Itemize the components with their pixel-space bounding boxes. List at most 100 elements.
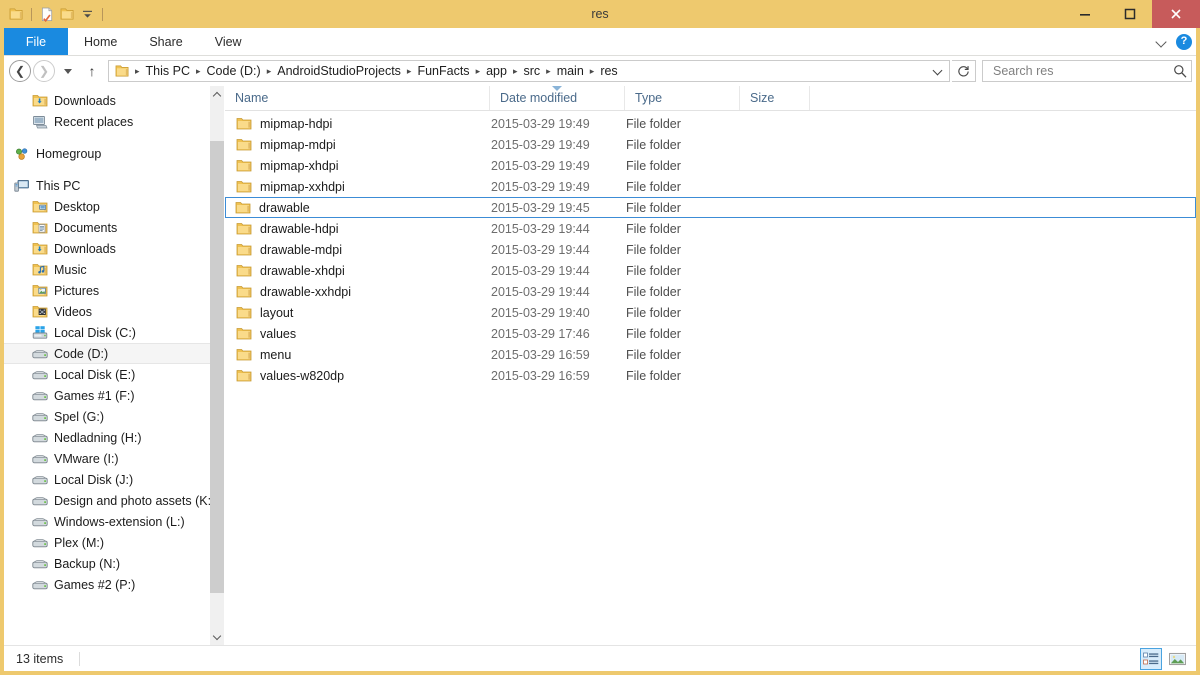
table-row[interactable]: drawable 2015-03-29 19:45 File folder — [225, 197, 1196, 218]
minimize-button[interactable] — [1062, 0, 1107, 28]
drive-icon — [32, 346, 48, 362]
tab-view[interactable]: View — [199, 28, 258, 55]
column-header-name[interactable]: Name — [225, 86, 490, 110]
sidebar-item-recent-places[interactable]: Recent places — [4, 111, 210, 132]
scroll-track[interactable] — [210, 103, 224, 628]
sidebar-item-label: Downloads — [54, 241, 116, 256]
sidebar-item-backup-n[interactable]: Backup (N:) — [4, 553, 210, 574]
table-row[interactable]: drawable-xxhdpi 2015-03-29 19:44 File fold… — [225, 281, 1196, 302]
folder-icon — [236, 263, 252, 279]
sidebar-item-local-disk-e[interactable]: Local Disk (E:) — [4, 364, 210, 385]
documents-icon — [32, 220, 48, 236]
cell-date-modified: 2015-03-29 17:46 — [491, 326, 590, 341]
customize-quick-access-button[interactable] — [77, 4, 97, 24]
breadcrumb-item-androidstudioprojects[interactable]: AndroidStudioProjects — [274, 64, 404, 78]
cell-type: File folder — [626, 221, 681, 236]
sidebar-item-local-disk-c[interactable]: Local Disk (C:) — [4, 322, 210, 343]
sidebar-item-pictures[interactable]: Pictures — [4, 280, 210, 301]
cell-name: drawable — [226, 200, 491, 216]
scroll-down-button[interactable] — [210, 628, 224, 645]
scroll-thumb[interactable] — [210, 141, 224, 593]
sidebar-item-nedladning-h[interactable]: Nedladning (H:) — [4, 427, 210, 448]
large-icons-view-button[interactable] — [1166, 648, 1188, 670]
table-row[interactable]: mipmap-mdpi 2015-03-29 19:49 File folder — [225, 134, 1196, 155]
sidebar-item-local-disk-j[interactable]: Local Disk (J:) — [4, 469, 210, 490]
table-row[interactable]: mipmap-xhdpi 2015-03-29 19:49 File folder — [225, 155, 1196, 176]
breadcrumb-item-src[interactable]: src — [520, 64, 543, 78]
sidebar-item-this-pc[interactable]: This PC — [4, 175, 210, 196]
breadcrumb-separator: ▸ — [266, 65, 272, 76]
breadcrumb-item-res[interactable]: res — [597, 64, 620, 78]
sidebar-item-label: Games #1 (F:) — [54, 388, 135, 403]
sidebar-item-homegroup[interactable]: Homegroup — [4, 143, 210, 164]
address-bar: ❮ ❯ ↑ ▸ This PC ▸ Code (D:) ▸ AndroidStu… — [4, 56, 1196, 86]
folder-icon[interactable] — [6, 4, 26, 24]
breadcrumb-item-funfacts[interactable]: FunFacts — [414, 64, 472, 78]
up-button[interactable]: ↑ — [80, 59, 104, 83]
details-view-button[interactable] — [1140, 648, 1162, 670]
breadcrumb-item-app[interactable]: app — [483, 64, 510, 78]
table-row[interactable]: mipmap-hdpi 2015-03-29 19:49 File folder — [225, 113, 1196, 134]
cell-date-modified: 2015-03-29 19:44 — [491, 284, 590, 299]
scroll-up-button[interactable] — [210, 86, 224, 103]
table-row[interactable]: drawable-hdpi 2015-03-29 19:44 File folder — [225, 218, 1196, 239]
table-row[interactable]: values 2015-03-29 17:46 File folder — [225, 323, 1196, 344]
folder-icon — [236, 242, 252, 258]
navigation-scrollbar[interactable] — [210, 86, 224, 645]
sidebar-item-music[interactable]: Music — [4, 259, 210, 280]
table-row[interactable]: layout 2015-03-29 19:40 File folder — [225, 302, 1196, 323]
folder-icon[interactable] — [57, 4, 77, 24]
breadcrumb[interactable]: ▸ This PC ▸ Code (D:) ▸ AndroidStudioPro… — [108, 60, 950, 82]
tab-home[interactable]: Home — [68, 28, 133, 55]
sidebar-item-windows-extension-l[interactable]: Windows-extension (L:) — [4, 511, 210, 532]
sidebar-item-label: Spel (G:) — [54, 409, 105, 424]
search-input[interactable] — [991, 63, 1173, 79]
cell-name: drawable-mdpi — [226, 242, 491, 258]
tab-file[interactable]: File — [4, 28, 68, 55]
sidebar-item-videos[interactable]: Videos — [4, 301, 210, 322]
new-folder-icon[interactable] — [37, 4, 57, 24]
sidebar-item-games-2-p[interactable]: Games #2 (P:) — [4, 574, 210, 595]
column-header-date-modified[interactable]: Date modified — [490, 86, 625, 110]
table-row[interactable]: values-w820dp 2015-03-29 16:59 File folder — [225, 365, 1196, 386]
breadcrumb-item-main[interactable]: main — [554, 64, 587, 78]
recent-places-icon — [32, 114, 48, 130]
forward-button[interactable]: ❯ — [32, 59, 56, 83]
breadcrumb-item-this-pc[interactable]: This PC — [143, 64, 193, 78]
drive-icon — [32, 556, 48, 572]
breadcrumb-separator: ▸ — [512, 65, 518, 76]
close-button[interactable] — [1152, 0, 1200, 28]
column-header-size[interactable]: Size — [740, 86, 810, 110]
folder-icon — [236, 368, 252, 384]
column-header-type[interactable]: Type — [625, 86, 740, 110]
table-row[interactable]: menu 2015-03-29 16:59 File folder — [225, 344, 1196, 365]
sidebar-item-games-1-f[interactable]: Games #1 (F:) — [4, 385, 210, 406]
chevron-down-icon[interactable] — [1156, 36, 1168, 48]
sidebar-item-code-d[interactable]: Code (D:) — [4, 343, 210, 364]
sidebar-item-label: Local Disk (E:) — [54, 367, 136, 382]
tab-share[interactable]: Share — [133, 28, 198, 55]
sidebar-item-desktop[interactable]: Desktop — [4, 196, 210, 217]
sidebar-item-spel-g[interactable]: Spel (G:) — [4, 406, 210, 427]
folder-icon — [235, 200, 251, 216]
sidebar-item-documents[interactable]: Documents — [4, 217, 210, 238]
recent-locations-button[interactable] — [56, 59, 80, 83]
maximize-button[interactable] — [1107, 0, 1152, 28]
back-button[interactable]: ❮ — [8, 59, 32, 83]
sidebar-item-plex-m[interactable]: Plex (M:) — [4, 532, 210, 553]
breadcrumb-item-code-d[interactable]: Code (D:) — [204, 64, 264, 78]
sidebar-item-downloads[interactable]: Downloads — [4, 238, 210, 259]
breadcrumb-separator: ▸ — [195, 65, 201, 76]
help-icon[interactable]: ? — [1176, 33, 1192, 50]
refresh-button[interactable] — [952, 60, 976, 82]
status-separator — [79, 651, 81, 666]
table-row[interactable]: drawable-mdpi 2015-03-29 19:44 File folder — [225, 239, 1196, 260]
sidebar-item-design-and-photo-assets-k[interactable]: Design and photo assets (K:) — [4, 490, 210, 511]
downloads-icon — [32, 241, 48, 257]
table-row[interactable]: drawable-xhdpi 2015-03-29 19:44 File folde… — [225, 260, 1196, 281]
search-box[interactable] — [982, 60, 1192, 82]
sidebar-item-downloads[interactable]: Downloads — [4, 90, 210, 111]
table-row[interactable]: mipmap-xxhdpi 2015-03-29 19:49 File folder — [225, 176, 1196, 197]
sidebar-item-vmware-i[interactable]: VMware (I:) — [4, 448, 210, 469]
chevron-down-icon[interactable] — [929, 61, 947, 81]
